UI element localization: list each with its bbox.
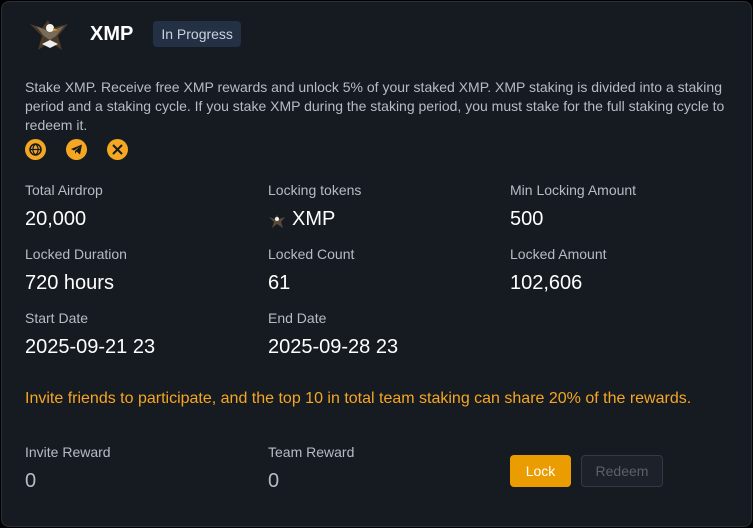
eagle-token-icon — [268, 212, 286, 228]
stat-label: Locked Count — [268, 246, 355, 262]
invite-reward: Invite Reward 0 — [25, 444, 111, 493]
stat-end-date: End Date 2025-09-28 23 — [268, 310, 398, 359]
token-title: XMP — [90, 22, 134, 45]
staking-card: XMP In Progress Stake XMP. Receive free … — [1, 1, 752, 527]
stat-value: 2025-09-28 23 — [268, 336, 399, 358]
stat-label: Start Date — [25, 310, 89, 326]
redeem-button[interactable]: Redeem — [581, 455, 663, 487]
telegram-icon[interactable] — [66, 139, 87, 160]
reward-label: Team Reward — [268, 444, 355, 460]
status-badge: In Progress — [153, 21, 241, 47]
x-icon[interactable] — [107, 139, 128, 160]
stat-value: 102,606 — [510, 272, 583, 294]
website-icon[interactable] — [25, 139, 46, 160]
stat-value: 20,000 — [25, 208, 87, 230]
locking-token-name: XMP — [292, 208, 336, 230]
stat-label: Min Locking Amount — [510, 182, 637, 198]
stat-label: Locked Duration — [25, 246, 127, 262]
stat-locking-tokens: Locking tokens XMP — [268, 182, 361, 231]
stat-value: XMP — [268, 208, 361, 231]
stat-start-date: Start Date 2025-09-21 23 — [25, 310, 155, 359]
stat-value: 61 — [268, 272, 291, 294]
stat-min-locking-amount: Min Locking Amount 500 — [510, 182, 636, 231]
team-reward: Team Reward 0 — [268, 444, 354, 493]
stat-label: Total Airdrop — [25, 182, 103, 198]
lock-button[interactable]: Lock — [510, 455, 571, 487]
card-header: XMP In Progress — [28, 14, 241, 54]
stat-locked-amount: Locked Amount 102,606 — [510, 246, 607, 295]
description-text: Stake XMP. Receive free XMP rewards and … — [25, 79, 725, 133]
social-links — [25, 139, 128, 160]
stat-label: Locking tokens — [268, 182, 362, 198]
stat-locked-count: Locked Count 61 — [268, 246, 354, 295]
invite-promo-text: Invite friends to participate, and the t… — [25, 390, 692, 407]
reward-value: 0 — [268, 470, 280, 492]
stat-label: Locked Amount — [510, 246, 607, 262]
stat-value: 2025-09-21 23 — [25, 336, 156, 358]
stat-locked-duration: Locked Duration 720 hours — [25, 246, 127, 295]
reward-value: 0 — [25, 470, 37, 492]
eagle-logo-icon — [28, 14, 72, 54]
stat-label: End Date — [268, 310, 327, 326]
stat-value: 500 — [510, 208, 544, 230]
stat-value: 720 hours — [25, 272, 114, 294]
reward-label: Invite Reward — [25, 444, 111, 460]
stat-total-airdrop: Total Airdrop 20,000 — [25, 182, 103, 231]
